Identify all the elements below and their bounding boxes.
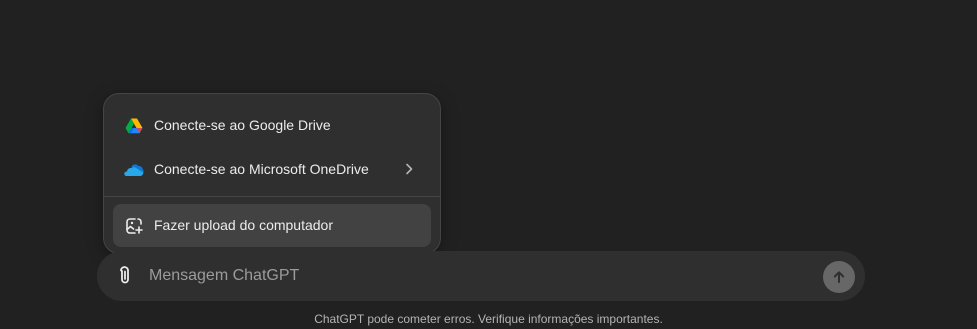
menu-item-label: Conecte-se ao Google Drive [154,117,331,133]
onedrive-icon [124,160,144,180]
menu-divider [104,196,440,197]
menu-item-upload-computer[interactable]: Fazer upload do computador [113,204,431,247]
upload-computer-icon [124,216,144,236]
menu-item-google-drive[interactable]: Conecte-se ao Google Drive [113,104,431,147]
disclaimer-text: ChatGPT pode cometer erros. Verifique in… [314,312,663,326]
menu-item-label: Fazer upload do computador [154,217,333,233]
chevron-right-icon [406,163,413,175]
menu-item-label: Conecte-se ao Microsoft OneDrive [154,161,369,177]
arrow-up-icon [833,271,845,283]
paperclip-icon[interactable] [113,264,137,288]
message-composer [97,251,865,301]
message-input[interactable] [149,264,749,288]
send-button[interactable] [823,261,855,293]
attach-menu: Conecte-se ao Google Drive Conecte-se ao… [103,93,441,254]
google-drive-icon [124,116,144,136]
menu-item-onedrive[interactable]: Conecte-se ao Microsoft OneDrive [113,148,431,191]
